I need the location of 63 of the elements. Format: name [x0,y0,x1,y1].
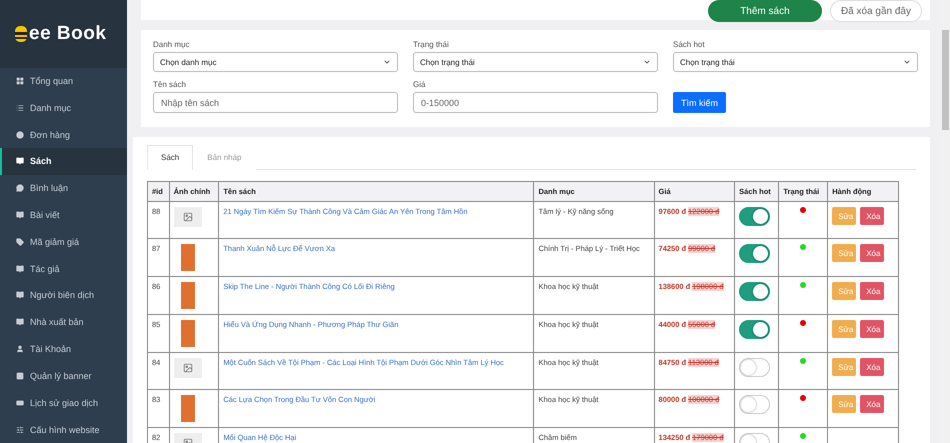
bee-icon [14,24,28,43]
search-button[interactable]: Tìm kiếm [673,92,726,113]
user-icon [16,345,24,354]
sidebar-item[interactable]: Tài Khoản [0,336,127,362]
cover-placeholder [180,320,195,347]
delete-button[interactable]: Xóa [860,282,884,300]
cover-placeholder [180,244,195,271]
cover-placeholder [180,395,195,422]
field-label: Sách hot [673,40,706,49]
delete-button[interactable]: Xóa [860,358,884,376]
hot-toggle[interactable] [739,207,770,226]
tab[interactable]: Sách [147,145,194,170]
delete-button[interactable]: Xóa [860,207,884,225]
sidebar-item[interactable]: Nhà xuất bản [0,308,127,336]
add-book-button[interactable]: Thêm sách [708,0,822,22]
hot-toggle[interactable] [739,358,770,377]
input-field[interactable]: 0-150000 [413,92,658,113]
sidebar-item[interactable]: Mã giảm giá [0,228,127,256]
recently-deleted-button[interactable]: Đã xóa gần đây [830,0,922,22]
delete-button[interactable]: Xóa [860,244,884,262]
delete-button[interactable]: Xóa [860,320,884,338]
sidebar-item[interactable]: Cấu hình website [0,416,127,443]
image-placeholder [174,207,202,227]
caret-icon [383,58,391,66]
sidebar-item[interactable]: Sách [0,148,127,175]
grid-icon [16,76,24,85]
caret-icon [643,58,651,66]
sliders-icon [16,426,24,434]
hot-toggle[interactable] [739,395,770,414]
sidebar-item[interactable]: Người biên dịch [0,282,127,309]
select-field[interactable]: Chọn trạng thái [413,52,658,72]
field-label: Danh mục [153,40,190,49]
cover-placeholder [180,282,195,309]
book-icon [16,157,24,166]
field-label: Trạng thái [413,40,450,49]
field-label: Giá [413,80,426,89]
delete-button[interactable]: Xóa [860,395,884,413]
list-icon [16,104,24,112]
chat-icon [16,184,24,192]
book-icon [16,318,24,326]
field-label: Tên sách [153,80,187,89]
sidebar-item[interactable]: Bình luận [0,174,127,202]
hot-toggle[interactable] [739,244,770,263]
input-field[interactable]: Nhập tên sách [153,92,398,113]
book-icon [16,211,24,220]
sidebar-item[interactable]: Tổng quan [0,68,127,94]
sidebar-item[interactable]: Bài viết [0,202,127,228]
select-field[interactable]: Chọn danh mục [153,52,398,72]
tag-icon [16,238,24,246]
sidebar-item[interactable]: Đơn hàng [0,121,127,148]
caret-icon [903,58,911,66]
circle-icon [16,130,24,139]
hot-toggle[interactable] [739,282,770,301]
sidebar-item[interactable]: Quản lý banner [0,362,127,390]
select-field[interactable]: Chọn trạng thái [673,52,918,72]
book-icon [16,291,24,300]
sidebar-item[interactable]: Lịch sử giao dịch [0,389,127,416]
book-icon [16,264,24,273]
image-placeholder [174,358,202,378]
sidebar-item[interactable]: Tác giả [0,255,127,282]
logo-text: ee Book [29,22,106,45]
hot-toggle[interactable] [739,320,770,339]
sidebar-item[interactable]: Danh mục [0,94,127,122]
